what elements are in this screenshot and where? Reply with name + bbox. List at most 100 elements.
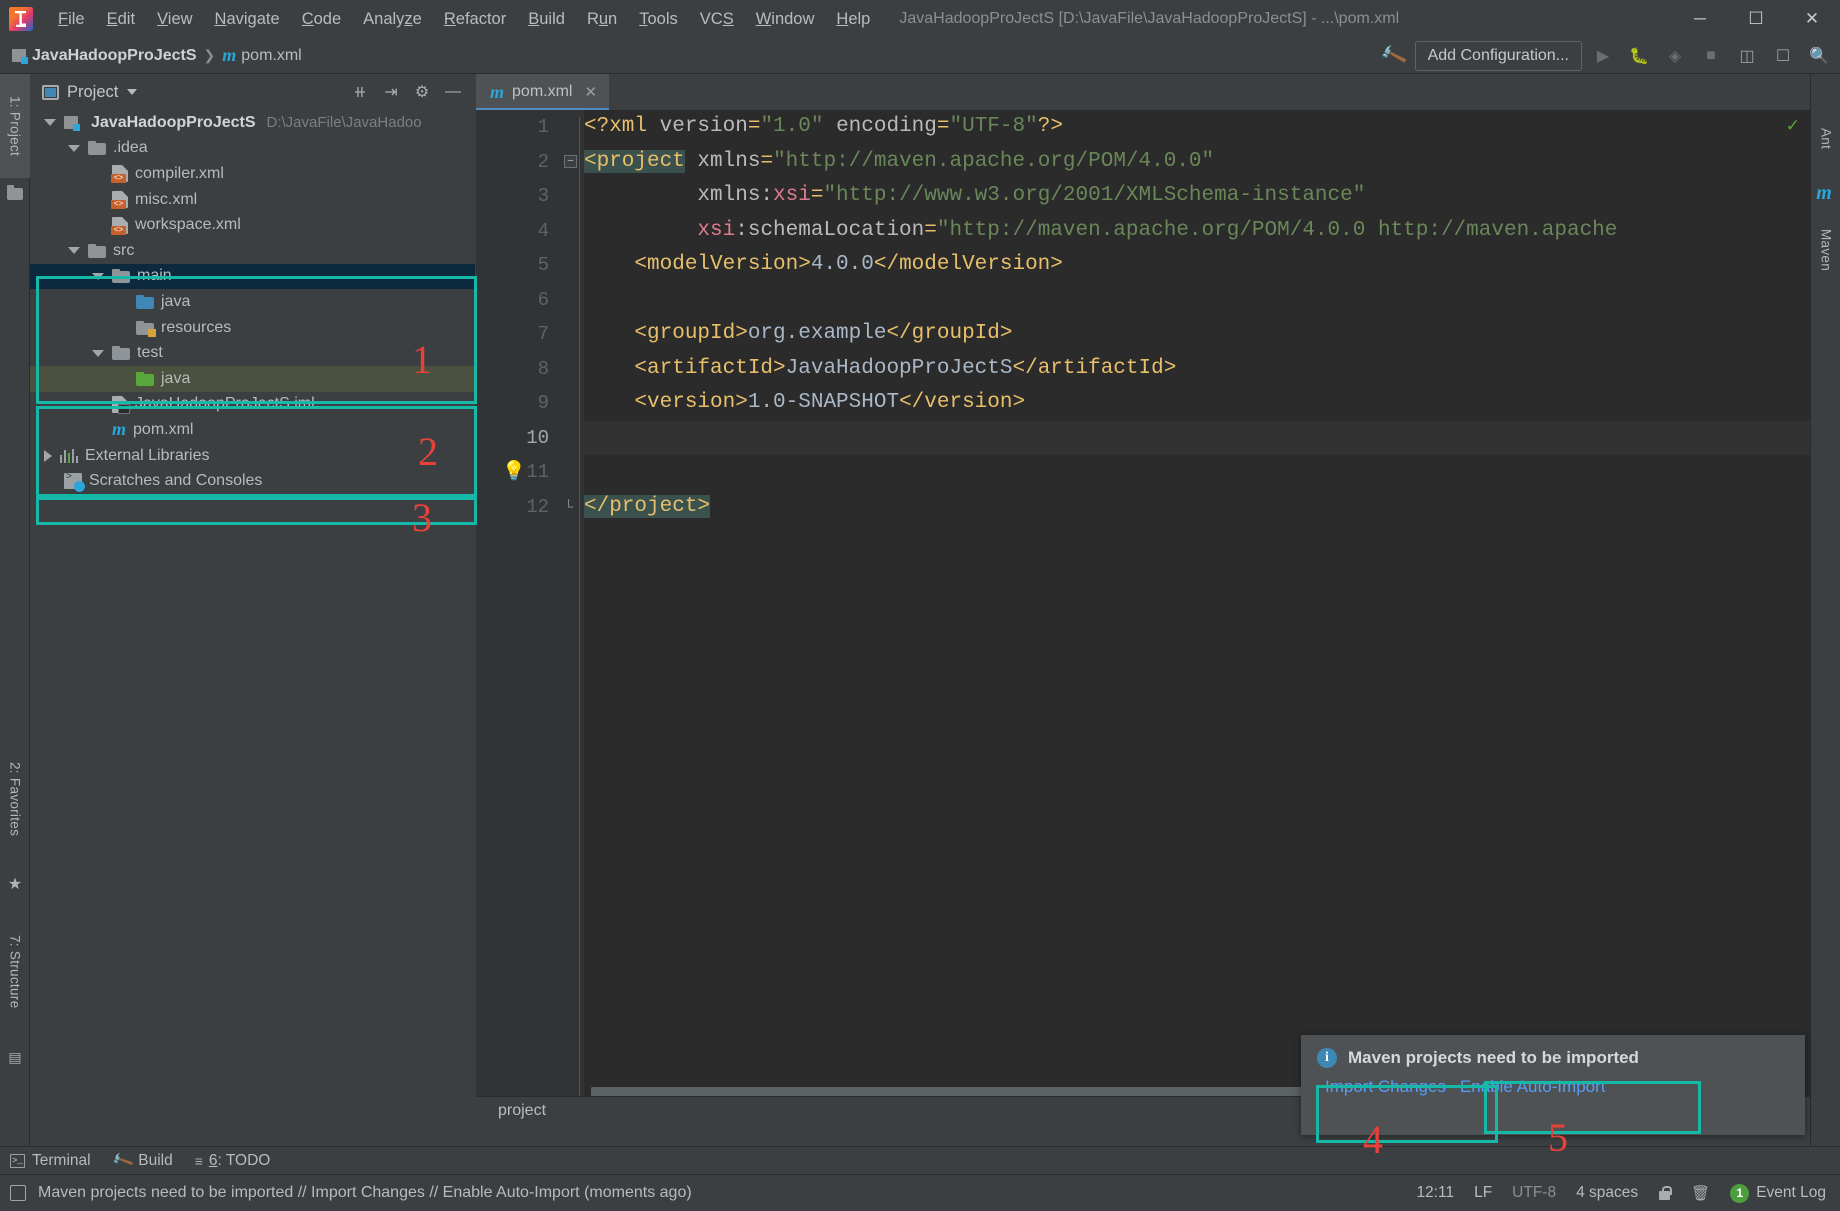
tree-node-java[interactable]: java [30, 289, 475, 315]
code-line[interactable]: xmlns:xsi="http://www.w3.org/2001/XMLSch… [584, 179, 1810, 214]
project-tool-window: Project ⧺ ⇥ ⚙ — JavaHadoopProJectS D:\Jav… [30, 74, 475, 1124]
run-icon[interactable]: ▶ [1588, 42, 1618, 70]
menu-item-refactor[interactable]: Refactor [433, 6, 517, 33]
code-line[interactable]: <project xmlns="http://maven.apache.org/… [584, 145, 1810, 180]
minimize-icon[interactable]: ─ [1672, 0, 1728, 38]
code-line[interactable] [584, 420, 1810, 455]
tree-node-java[interactable]: java [30, 365, 475, 392]
tree-node-resources[interactable]: resources [30, 315, 475, 341]
collapse-all-icon[interactable]: ⇥ [377, 79, 405, 105]
tree-node-scratches-and-consoles[interactable]: Scratches and Consoles [30, 468, 475, 494]
sidebar-item-favorites[interactable]: 2: Favorites [0, 734, 30, 864]
inspection-ok-icon[interactable]: ✓ [1786, 116, 1800, 136]
build-hammer-icon[interactable]: 🔨 [1379, 42, 1409, 71]
folder-stripe-icon[interactable] [7, 185, 23, 202]
tree-node-src[interactable]: src [30, 238, 475, 264]
code-folding-column[interactable]: − 💡 └ [502, 110, 584, 1124]
tree-node-idea[interactable]: .idea [30, 136, 475, 162]
project-tree[interactable]: JavaHadoopProJectS D:\JavaFile\JavaHadoo.… [30, 110, 475, 1124]
collapse-arrow-icon[interactable] [44, 449, 52, 462]
tool-button-build[interactable]: 🔨 Build [110, 1149, 173, 1173]
trash-icon[interactable]: 🗑 [1691, 1184, 1710, 1202]
code-line[interactable]: <artifactId>JavaHadoopProJectS</artifact… [584, 352, 1810, 387]
locate-icon[interactable]: ⧺ [346, 79, 374, 105]
code-line[interactable]: </project> [584, 490, 1810, 525]
menu-item-window[interactable]: Window [745, 6, 826, 33]
message-window-icon[interactable] [10, 1185, 26, 1201]
breadcrumb-project[interactable]: JavaHadoopProJectS [32, 47, 197, 65]
sidebar-item-project[interactable]: 1: Project [0, 74, 30, 178]
tree-node-test[interactable]: test [30, 340, 475, 366]
line-separator-widget[interactable]: LF [1474, 1184, 1492, 1202]
code-line[interactable]: <?xml version="1.0" encoding="UTF-8"?> [584, 110, 1810, 145]
expand-arrow-icon[interactable] [68, 144, 80, 152]
event-log-widget[interactable]: 1 Event Log [1730, 1183, 1826, 1203]
breadcrumb-element[interactable]: project [498, 1102, 546, 1120]
sidebar-item-ant[interactable]: Ant [1811, 108, 1840, 170]
tree-node-javahadoopprojects-iml[interactable]: JavaHadoopProJectS.iml [30, 392, 475, 418]
stop-icon[interactable]: ■ [1696, 42, 1726, 70]
updates-icon[interactable]: ◫ [1732, 42, 1762, 70]
tool-button-terminal[interactable]: >_ Terminal [10, 1152, 91, 1170]
hide-icon[interactable]: — [439, 79, 467, 105]
star-icon[interactable]: ★ [7, 874, 23, 893]
layout-icon[interactable]: ☐ [1768, 42, 1798, 70]
fold-collapse-icon[interactable]: − [564, 154, 577, 168]
code-line[interactable]: <version>1.0-SNAPSHOT</version> [584, 386, 1810, 421]
tree-node-misc-xml[interactable]: misc.xml [30, 187, 475, 213]
menu-item-view[interactable]: View [146, 6, 203, 33]
code-line[interactable] [584, 455, 1810, 490]
tree-node-javahadoopprojects[interactable]: JavaHadoopProJectS D:\JavaFile\JavaHadoo [30, 110, 475, 136]
run-coverage-icon[interactable]: ◈ [1660, 42, 1690, 70]
intention-bulb-icon[interactable]: 💡 [502, 459, 526, 483]
debug-icon[interactable]: 🐛 [1624, 42, 1654, 70]
code-content[interactable]: <?xml version="1.0" encoding="UTF-8"?> <p… [584, 110, 1810, 1124]
sidebar-item-structure[interactable]: 7: Structure [0, 904, 30, 1039]
enable-auto-import-link[interactable]: Enable Auto-Import [1460, 1077, 1606, 1097]
close-icon[interactable]: ✕ [1784, 0, 1840, 38]
menu-item-edit[interactable]: Edit [96, 6, 146, 33]
tab-pom-xml[interactable]: m pom.xml ✕ [476, 74, 610, 110]
menu-item-file[interactable]: File [47, 6, 96, 33]
tree-node-main[interactable]: main [30, 263, 475, 290]
expand-arrow-icon[interactable] [44, 119, 56, 127]
menu-item-code[interactable]: Code [291, 6, 352, 33]
maximize-icon[interactable]: ☐ [1728, 0, 1784, 38]
tree-node-label: workspace.xml [135, 216, 241, 234]
close-icon[interactable]: ✕ [584, 83, 597, 101]
expand-arrow-icon[interactable] [68, 247, 80, 255]
status-message[interactable]: Maven projects need to be imported // Im… [38, 1184, 692, 1202]
code-line[interactable] [584, 283, 1810, 318]
code-line[interactable]: <modelVersion>4.0.0</modelVersion> [584, 248, 1810, 283]
menu-item-tools[interactable]: Tools [628, 6, 689, 33]
menu-item-navigate[interactable]: Navigate [204, 6, 291, 33]
encoding-widget[interactable]: UTF-8 [1512, 1184, 1556, 1202]
indent-widget[interactable]: 4 spaces [1576, 1184, 1638, 1202]
chevron-down-icon[interactable] [127, 89, 138, 95]
breadcrumb-file[interactable]: pom.xml [241, 47, 301, 65]
tool-button-todo[interactable]: ≡ 6: TODO [195, 1152, 271, 1170]
menu-item-build[interactable]: Build [517, 6, 576, 33]
settings-gear-icon[interactable]: ⚙ [408, 79, 436, 105]
add-configuration-button[interactable]: Add Configuration... [1414, 41, 1582, 71]
menu-item-help[interactable]: Help [825, 6, 881, 33]
expand-arrow-icon[interactable] [92, 272, 104, 280]
tree-node-external-libraries[interactable]: External Libraries [30, 443, 475, 469]
expand-arrow-icon[interactable] [92, 349, 104, 357]
tree-node-compiler-xml[interactable]: compiler.xml [30, 161, 475, 187]
fold-end-icon[interactable]: └ [564, 500, 575, 513]
sidebar-item-maven[interactable]: Maven [1811, 206, 1840, 294]
tree-node-pom-xml[interactable]: m pom.xml [30, 417, 475, 443]
code-editor[interactable]: 1 2 3 4 5 6 7 8 9 10 11 12 − 💡 └ <?xml version="1.0" … [476, 110, 1810, 1124]
menu-item-analyze[interactable]: Analyze [352, 6, 433, 33]
menu-item-vcs[interactable]: VCS [689, 6, 745, 33]
menu-item-run[interactable]: Run [576, 6, 628, 33]
tree-node-workspace-xml[interactable]: workspace.xml [30, 212, 475, 238]
search-everywhere-icon[interactable]: 🔍 [1804, 42, 1834, 70]
navigation-toolbar: JavaHadoopProJectS ❯ m pom.xml 🔨 Add Con… [0, 38, 1840, 74]
code-line[interactable]: <groupId>org.example</groupId> [584, 317, 1810, 352]
code-line[interactable]: xsi:schemaLocation="http://maven.apache.… [584, 214, 1810, 249]
import-changes-link[interactable]: Import Changes [1325, 1077, 1446, 1097]
lock-icon[interactable] [1658, 1185, 1672, 1201]
structure-icon[interactable]: ▤ [7, 1049, 23, 1065]
